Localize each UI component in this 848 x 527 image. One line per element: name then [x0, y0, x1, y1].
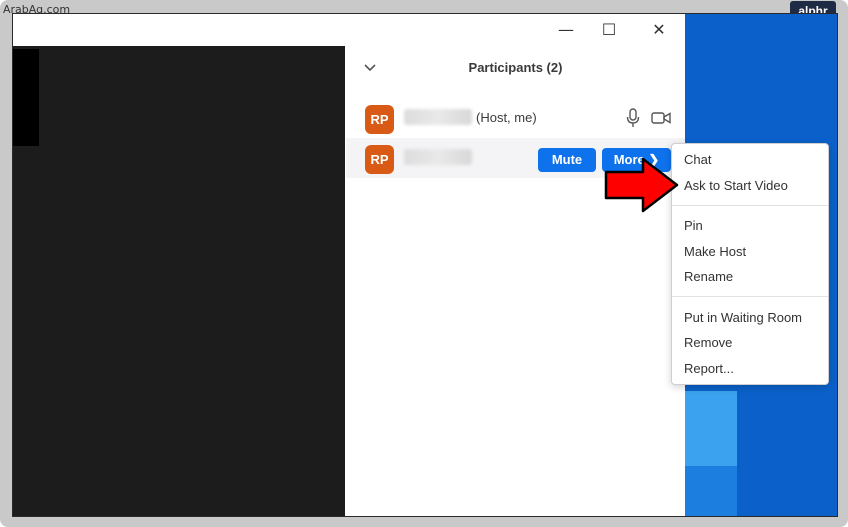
- video-area: [13, 46, 345, 516]
- windows-wallpaper-pane-lower: [685, 466, 737, 516]
- menu-item-chat[interactable]: Chat: [684, 152, 711, 167]
- panel-title: Participants (2): [468, 60, 563, 75]
- close-button[interactable]: ✕: [641, 18, 677, 42]
- menu-item-pin[interactable]: Pin: [684, 218, 703, 233]
- screenshot-frame: ArabAq.com alphr — ☐ ✕ Participants (2) …: [0, 0, 848, 527]
- host-label: (Host, me): [476, 110, 537, 125]
- menu-item-rename[interactable]: Rename: [684, 269, 733, 284]
- menu-item-report[interactable]: Report...: [684, 361, 734, 376]
- maximize-button[interactable]: ☐: [591, 18, 627, 42]
- zoom-meeting-window: — ☐ ✕ Participants (2) RP (Host, me) RP …: [13, 14, 685, 516]
- participant-row[interactable]: RP (Host, me): [346, 98, 685, 138]
- menu-item-make-host[interactable]: Make Host: [684, 244, 746, 259]
- avatar: RP: [365, 105, 394, 134]
- microphone-icon[interactable]: [626, 108, 640, 128]
- blurred-name: [404, 109, 472, 125]
- participants-panel: Participants (2) RP (Host, me) RP Mute M…: [346, 46, 685, 516]
- video-tile: [13, 49, 39, 146]
- mute-button[interactable]: Mute: [538, 148, 596, 172]
- menu-separator: [672, 296, 828, 297]
- menu-item-put-in-waiting-room[interactable]: Put in Waiting Room: [684, 310, 802, 325]
- blurred-name: [404, 149, 472, 165]
- minimize-button[interactable]: —: [548, 18, 584, 42]
- video-camera-icon[interactable]: [651, 110, 671, 126]
- menu-separator: [672, 205, 828, 206]
- window-titlebar: — ☐ ✕: [13, 14, 685, 46]
- participant-context-menu: Chat Ask to Start Video Pin Make Host Re…: [671, 143, 829, 385]
- menu-item-remove[interactable]: Remove: [684, 335, 732, 350]
- avatar: RP: [365, 145, 394, 174]
- menu-item-ask-to-start-video[interactable]: Ask to Start Video: [684, 178, 788, 193]
- red-arrow-icon: [604, 157, 679, 213]
